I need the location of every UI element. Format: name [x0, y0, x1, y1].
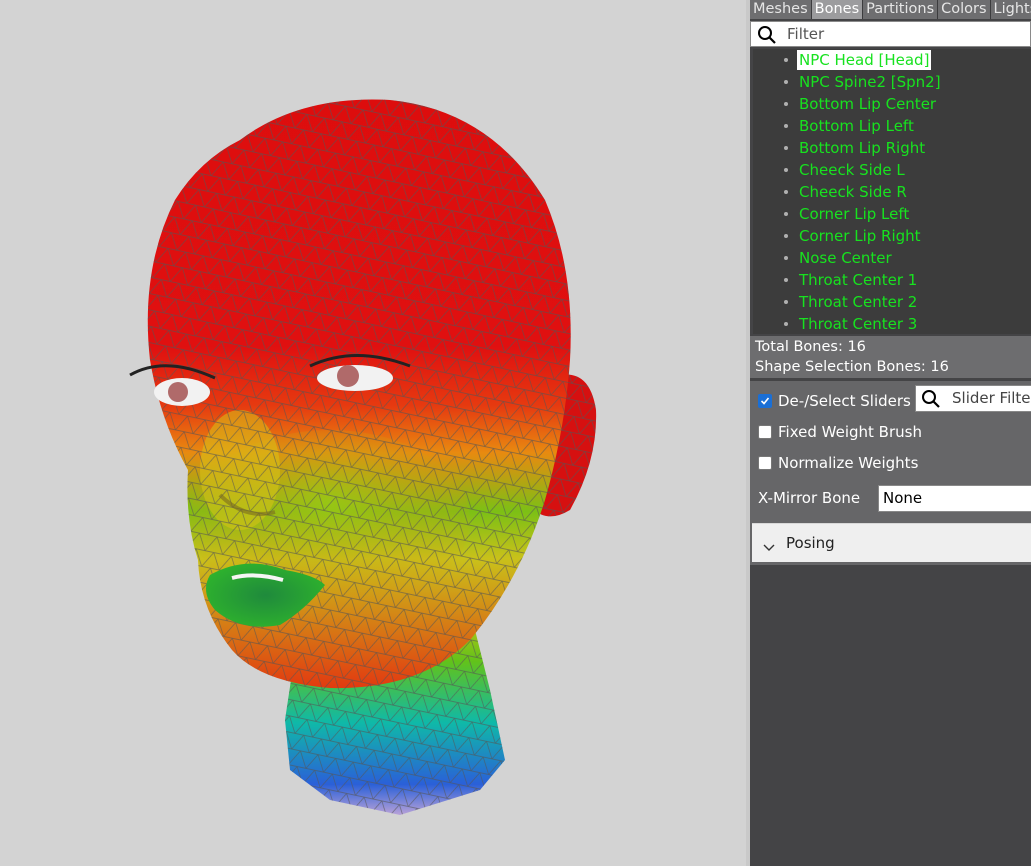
tab-partitions[interactable]: Partitions: [863, 0, 939, 19]
normalize-weights-checkbox[interactable]: [758, 456, 772, 470]
bone-label: Bottom Lip Left: [799, 117, 914, 135]
bone-item[interactable]: Bottom Lip Center: [753, 93, 1031, 115]
bullet-icon: [784, 124, 788, 128]
bone-label: Cheeck Side L: [799, 161, 905, 179]
bullet-icon: [784, 300, 788, 304]
bullet-icon: [784, 190, 788, 194]
bone-list[interactable]: NPC Head [Head] NPC Spine2 [Spn2] Bottom…: [753, 49, 1031, 334]
bone-item[interactable]: Cheeck Side R: [753, 181, 1031, 203]
posing-label: Posing: [786, 534, 835, 552]
bone-label: Corner Lip Right: [799, 227, 921, 245]
x-mirror-bone-select[interactable]: None: [878, 485, 1031, 512]
tab-bar: Meshes Bones Partitions Colors Lights: [750, 0, 1031, 19]
bone-filter-input[interactable]: Filter: [750, 21, 1031, 47]
bone-label: NPC Head [Head]: [797, 50, 932, 70]
bone-label: Corner Lip Left: [799, 205, 910, 223]
bone-item[interactable]: NPC Head [Head]: [753, 49, 1031, 71]
chevron-down-icon: [763, 537, 775, 556]
shape-selection-bones-text: Shape Selection Bones: 16: [755, 359, 949, 375]
posing-section-header[interactable]: Posing: [752, 523, 1031, 562]
bone-item[interactable]: NPC Spine2 [Spn2]: [753, 71, 1031, 93]
fixed-weight-brush-checkbox[interactable]: [758, 425, 772, 439]
bone-label: Throat Center 3: [799, 315, 918, 333]
search-icon: [757, 25, 777, 49]
bone-stats: Total Bones: 16 Shape Selection Bones: 1…: [750, 336, 1031, 378]
deselect-sliders-label: De-/Select Sliders: [778, 392, 911, 410]
tab-lights[interactable]: Lights: [990, 0, 1031, 19]
bone-label: NPC Spine2 [Spn2]: [799, 73, 941, 91]
total-bones-text: Total Bones: 16: [755, 339, 866, 355]
bullet-icon: [784, 168, 788, 172]
3d-viewport[interactable]: [0, 0, 746, 866]
bullet-icon: [784, 146, 788, 150]
bone-item[interactable]: Bottom Lip Right: [753, 137, 1031, 159]
bone-label: Throat Center 2: [799, 293, 918, 311]
fixed-weight-brush-label: Fixed Weight Brush: [778, 423, 922, 441]
bullet-icon: [784, 234, 788, 238]
slider-filter-input[interactable]: Slider Filter: [915, 385, 1031, 412]
side-panel: Meshes Bones Partitions Colors Lights Fi…: [750, 0, 1031, 866]
bullet-icon: [784, 322, 788, 326]
tab-colors[interactable]: Colors: [938, 0, 991, 19]
bone-label: Nose Center: [799, 249, 892, 267]
bone-label: Bottom Lip Center: [799, 95, 937, 113]
tab-bones[interactable]: Bones: [811, 0, 864, 19]
x-mirror-bone-label: X-Mirror Bone: [758, 489, 861, 507]
bone-filter-placeholder: Filter: [787, 25, 825, 43]
bone-item[interactable]: Throat Center 1: [753, 269, 1031, 291]
bullet-icon: [784, 212, 788, 216]
bone-label: Bottom Lip Right: [799, 139, 926, 157]
bullet-icon: [784, 256, 788, 260]
normalize-weights-label: Normalize Weights: [778, 454, 919, 472]
bone-item[interactable]: Throat Center 3: [753, 313, 1031, 334]
deselect-sliders-checkbox[interactable]: [758, 394, 772, 408]
bone-label: Cheeck Side R: [799, 183, 907, 201]
slider-filter-placeholder: Slider Filter: [952, 389, 1031, 407]
bone-item[interactable]: Nose Center: [753, 247, 1031, 269]
bone-item[interactable]: Corner Lip Right: [753, 225, 1031, 247]
bone-item[interactable]: Corner Lip Left: [753, 203, 1031, 225]
bullet-icon: [784, 278, 788, 282]
tab-meshes[interactable]: Meshes: [750, 0, 812, 19]
bullet-icon: [784, 80, 788, 84]
search-icon: [921, 389, 941, 413]
bone-label: Throat Center 1: [799, 271, 918, 289]
bullet-icon: [784, 58, 788, 62]
bone-item[interactable]: Bottom Lip Left: [753, 115, 1031, 137]
bone-item[interactable]: Cheeck Side L: [753, 159, 1031, 181]
bullet-icon: [784, 102, 788, 106]
head-mesh-render: [129, 99, 597, 815]
bone-item[interactable]: Throat Center 2: [753, 291, 1031, 313]
